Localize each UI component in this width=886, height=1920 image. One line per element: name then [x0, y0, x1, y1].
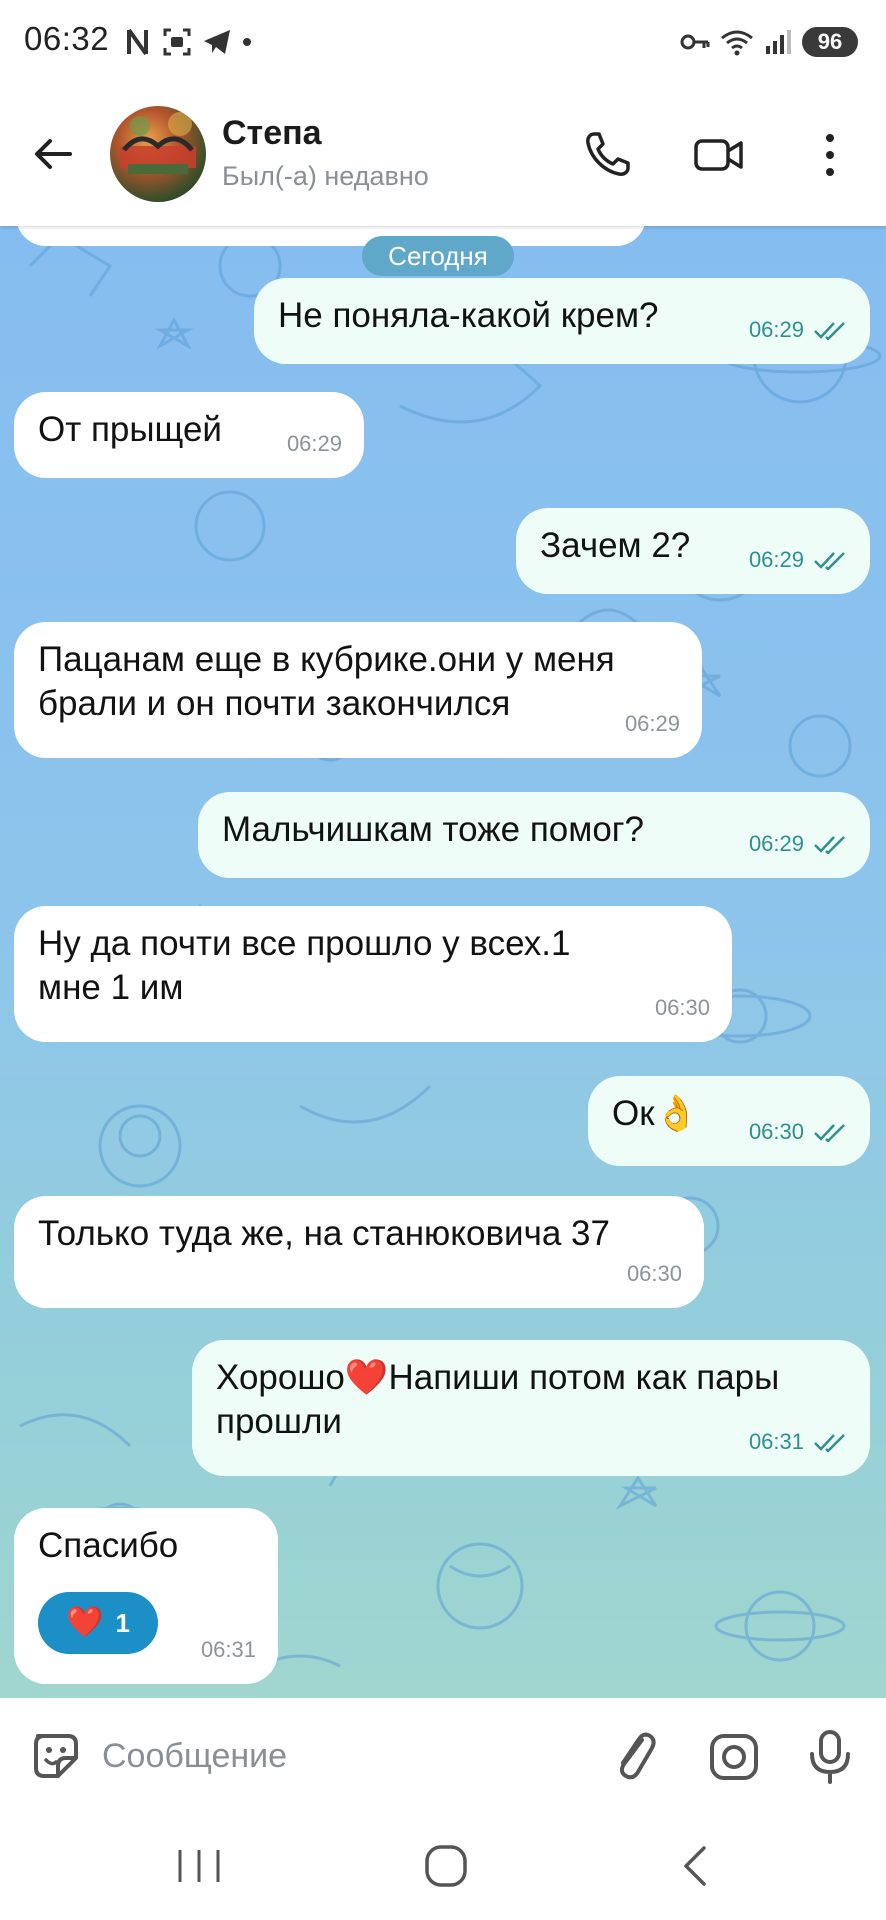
contact-name[interactable]: Степа [222, 114, 322, 153]
message-bubble-incoming[interactable]: Пацанам еще в кубрике.они у меня брали и… [14, 622, 702, 758]
message-time: 06:29 [748, 831, 804, 856]
telegram-icon [204, 30, 230, 54]
message-time: 06:30 [626, 1261, 682, 1286]
message-meta: 06:29 [287, 422, 342, 466]
status-right-icons: 96 [680, 22, 858, 62]
message-bubble-outgoing[interactable]: Ок👌 06:30 [588, 1076, 870, 1166]
message-time: 06:29 [748, 547, 804, 572]
home-icon[interactable] [420, 1840, 472, 1892]
chat-header: Степа Был(-а) недавно [0, 84, 886, 226]
more-vertical-icon[interactable] [812, 128, 848, 182]
message-text: Пацанам еще в кубрике.они у меня брали и… [38, 640, 615, 723]
status-bar: 06:32 96 [0, 0, 886, 84]
camera-icon[interactable] [706, 1726, 762, 1786]
message-meta: 06:29 [749, 822, 848, 866]
video-camera-icon[interactable] [692, 128, 746, 182]
wifi-icon [721, 30, 753, 56]
screen-capture-icon [163, 28, 191, 56]
message-time: 06:30 [748, 1119, 804, 1144]
double-check-icon [814, 836, 845, 854]
double-check-icon [814, 1124, 845, 1142]
avatar[interactable] [110, 106, 206, 202]
paperclip-icon[interactable] [606, 1726, 662, 1786]
message-text: Спасибо [38, 1526, 179, 1565]
message-meta: 06:31 [201, 1628, 256, 1672]
chat-area[interactable]: Сегодня Не поняла-какой крем? 06:29 От п… [0, 226, 886, 1698]
message-text: Только туда же, на станюковича 37 [38, 1214, 610, 1253]
back-icon[interactable] [670, 1840, 722, 1892]
double-check-icon [814, 1434, 845, 1452]
avatar-image [120, 112, 196, 174]
message-meta: 06:30 [749, 1110, 848, 1154]
message-meta: 06:31 [749, 1420, 848, 1464]
message-bubble-incoming[interactable]: Ну да почти все прошло у всех.1 мне 1 им… [14, 906, 732, 1042]
reaction-badge[interactable]: ❤️ 1 [38, 1592, 158, 1654]
battery-indicator: 96 [802, 27, 858, 57]
message-bubble-outgoing[interactable]: Не поняла-какой крем? 06:29 [254, 278, 870, 364]
message-time: 06:31 [748, 1429, 804, 1454]
contact-status: Был(-а) недавно [222, 161, 429, 191]
double-check-icon [814, 322, 845, 340]
message-time: 06:29 [286, 431, 342, 456]
status-left-icons [126, 22, 252, 62]
message-time: 06:29 [748, 317, 804, 342]
microphone-icon[interactable] [802, 1726, 858, 1786]
message-meta: 06:29 [749, 538, 848, 582]
message-input[interactable] [102, 1728, 582, 1784]
double-check-icon [814, 552, 845, 570]
message-text: Ну да почти все прошло у всех.1 мне 1 им [38, 924, 571, 1007]
message-meta: 06:29 [749, 308, 848, 352]
previous-message-bubble [16, 226, 646, 246]
status-time: 06:32 [24, 20, 110, 57]
message-time: 06:31 [200, 1637, 256, 1662]
signal-icon [766, 30, 791, 54]
date-separator: Сегодня [362, 236, 514, 276]
message-meta: 06:30 [627, 1252, 682, 1296]
key-icon [680, 34, 710, 50]
message-bubble-outgoing[interactable]: Зачем 2? 06:29 [516, 508, 870, 594]
message-meta: 06:30 [655, 986, 710, 1030]
reaction-count: 1 [115, 1608, 130, 1638]
composer [0, 1698, 886, 1812]
phone-icon[interactable] [580, 128, 634, 182]
n-badge-icon [127, 28, 148, 56]
message-bubble-outgoing[interactable]: Мальчишкам тоже помог? 06:29 [198, 792, 870, 878]
message-bubble-outgoing[interactable]: Хорошо❤️Напиши потом как пары прошли 06:… [192, 1340, 870, 1476]
message-meta: 06:29 [625, 702, 680, 746]
message-bubble-incoming[interactable]: Только туда же, на станюковича 37 06:30 [14, 1196, 704, 1308]
recents-icon[interactable] [172, 1842, 226, 1890]
message-bubble-incoming[interactable]: Спасибо ❤️ 1 06:31 [14, 1508, 278, 1684]
message-time: 06:30 [654, 995, 710, 1020]
reaction-emoji: ❤️ [66, 1606, 104, 1639]
back-arrow-icon[interactable] [30, 130, 78, 178]
message-bubble-incoming[interactable]: От прыщей 06:29 [14, 392, 364, 478]
sticker-icon[interactable] [28, 1728, 84, 1784]
message-time: 06:29 [624, 711, 680, 736]
system-navigation-bar [0, 1812, 886, 1920]
dot-icon [243, 38, 251, 46]
